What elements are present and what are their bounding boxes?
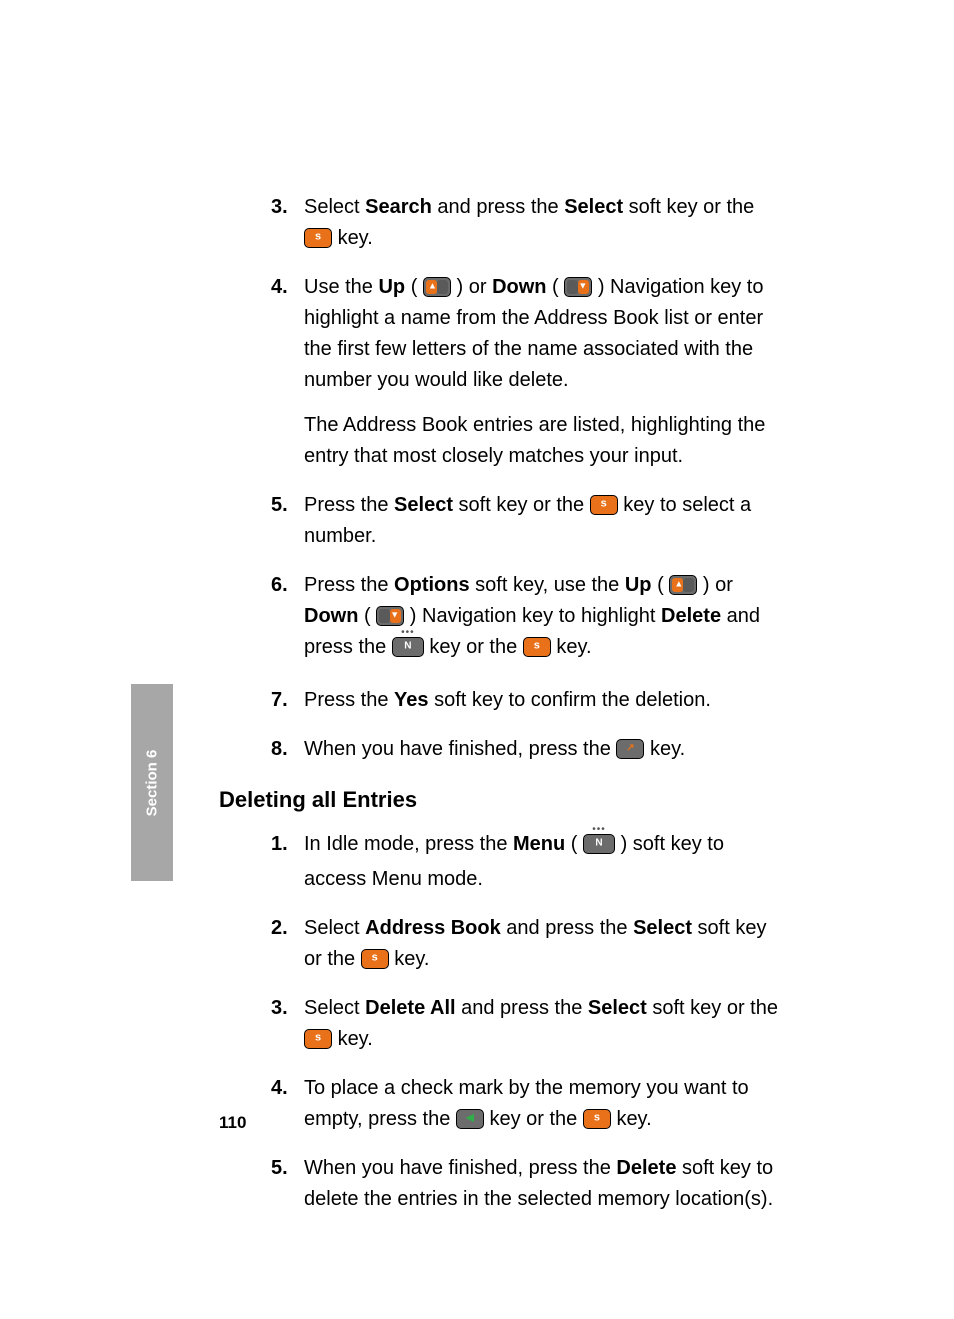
step-b1: 1. In Idle mode, press the Menu ( •••N )…: [219, 829, 784, 895]
step-a8: 8. When you have finished, press the ↗ k…: [219, 734, 784, 765]
bold: Select: [633, 917, 692, 939]
text: Press the: [304, 574, 394, 596]
text: soft key or the: [453, 494, 590, 516]
select-key-icon: s: [523, 637, 551, 657]
text: soft key, use the: [470, 574, 625, 596]
bold: Select: [394, 494, 453, 516]
step-number: 8.: [271, 734, 288, 765]
text: In Idle mode, press the: [304, 833, 513, 855]
text: and press the: [456, 997, 588, 1019]
nav-down-key-icon: ▼: [376, 606, 404, 626]
bold: Up: [625, 574, 652, 596]
bold: Delete: [661, 605, 721, 627]
text: key.: [338, 227, 373, 249]
bold: Down: [304, 605, 358, 627]
text: Press the: [304, 494, 394, 516]
text: (: [405, 276, 417, 298]
content-area: 3. Select Search and press the Select so…: [219, 192, 784, 1233]
step-list-b: 1. In Idle mode, press the Menu ( •••N )…: [219, 829, 784, 1215]
menu-key-icon: •••N: [583, 829, 615, 864]
step-b4: 4. To place a check mark by the memory y…: [219, 1073, 784, 1135]
page: Section 6 3. Select Search and press the…: [0, 0, 954, 1319]
step-a4-extra: The Address Book entries are listed, hig…: [304, 410, 784, 472]
step-number: 1.: [271, 829, 288, 860]
bold: Delete All: [365, 997, 455, 1019]
text: Select: [304, 917, 365, 939]
bold: Search: [365, 196, 432, 218]
page-number: 110: [219, 1113, 246, 1133]
step-a6: 6. Press the Options soft key, use the U…: [219, 570, 784, 667]
step-list-a: 3. Select Search and press the Select so…: [219, 192, 784, 765]
step-a5: 5. Press the Select soft key or the s ke…: [219, 490, 784, 552]
subheading-deleting-all: Deleting all Entries: [219, 783, 784, 817]
step-number: 3.: [271, 192, 288, 223]
nav-down-key-icon: ▼: [564, 277, 592, 297]
text: soft key or the: [623, 196, 754, 218]
text: key.: [394, 948, 429, 970]
text: Select: [304, 196, 365, 218]
step-a4: 4. Use the Up ( ▲ ) or Down ( ▼ ) Naviga…: [219, 272, 784, 472]
text: Use the: [304, 276, 378, 298]
text: and press the: [501, 917, 633, 939]
bold: Select: [564, 196, 623, 218]
text: key or the: [489, 1108, 582, 1130]
text: and press the: [432, 196, 564, 218]
text: ) or: [703, 574, 733, 596]
text: Select: [304, 997, 365, 1019]
step-number: 6.: [271, 570, 288, 601]
text: soft key or the: [647, 997, 778, 1019]
section-tab: Section 6: [131, 684, 173, 881]
text: key.: [556, 636, 591, 658]
step-a3: 3. Select Search and press the Select so…: [219, 192, 784, 254]
text: key or the: [429, 636, 522, 658]
text: When you have finished, press the: [304, 1157, 616, 1179]
section-tab-label: Section 6: [144, 749, 161, 816]
select-key-icon: s: [583, 1109, 611, 1129]
text: ) or: [457, 276, 493, 298]
step-b3: 3. Select Delete All and press the Selec…: [219, 993, 784, 1055]
nav-up-key-icon: ▲: [423, 277, 451, 297]
text: When you have finished, press the: [304, 738, 616, 760]
left-softkey-icon: ◀: [456, 1109, 484, 1129]
step-number: 5.: [271, 1153, 288, 1184]
bold: Yes: [394, 689, 428, 711]
step-number: 7.: [271, 685, 288, 716]
end-key-icon: ↗: [616, 739, 644, 759]
select-key-icon: s: [590, 495, 618, 515]
select-key-icon: s: [361, 949, 389, 969]
text: (: [652, 574, 664, 596]
bold: Menu: [513, 833, 565, 855]
text: key.: [616, 1108, 651, 1130]
step-number: 5.: [271, 490, 288, 521]
bold: Select: [588, 997, 647, 1019]
nav-up-key-icon: ▲: [669, 575, 697, 595]
step-number: 4.: [271, 1073, 288, 1104]
bold: Address Book: [365, 917, 501, 939]
select-key-icon: s: [304, 228, 332, 248]
select-key-icon: s: [304, 1029, 332, 1049]
step-a7: 7. Press the Yes soft key to confirm the…: [219, 685, 784, 716]
text: Press the: [304, 689, 394, 711]
step-number: 4.: [271, 272, 288, 303]
step-number: 2.: [271, 913, 288, 944]
text: (: [358, 605, 370, 627]
text: (: [547, 276, 559, 298]
text: key.: [650, 738, 685, 760]
menu-key-icon: •••N: [392, 632, 424, 667]
text: soft key to confirm the deletion.: [429, 689, 711, 711]
bold: Options: [394, 574, 470, 596]
bold: Up: [378, 276, 405, 298]
bold: Delete: [616, 1157, 676, 1179]
text: key.: [338, 1028, 373, 1050]
text: (: [565, 833, 577, 855]
text: ) Navigation key to highlight: [410, 605, 661, 627]
step-b5: 5. When you have finished, press the Del…: [219, 1153, 784, 1215]
step-number: 3.: [271, 993, 288, 1024]
bold: Down: [492, 276, 546, 298]
step-b2: 2. Select Address Book and press the Sel…: [219, 913, 784, 975]
